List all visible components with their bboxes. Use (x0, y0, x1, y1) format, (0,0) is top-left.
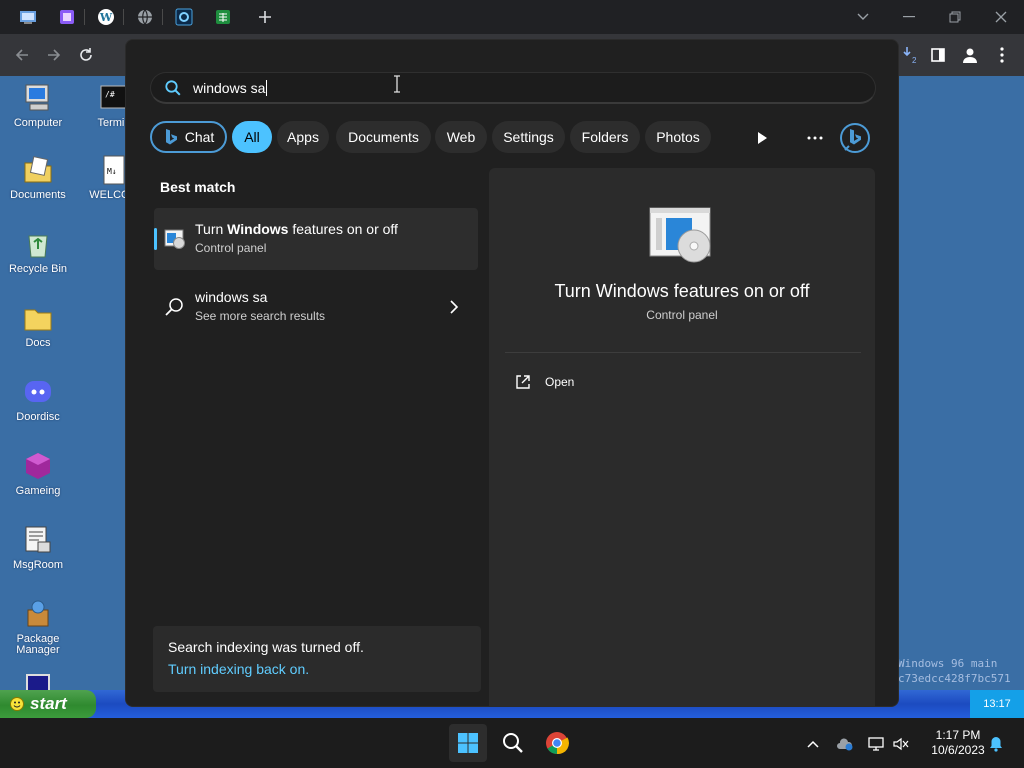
taskbar-chrome-button[interactable] (538, 724, 576, 762)
show-hidden-icons-icon[interactable] (804, 735, 822, 753)
tab-app-icon[interactable] (56, 6, 78, 28)
discord-icon (22, 376, 54, 408)
desktop-icon-msgroom[interactable]: MsgRoom (0, 524, 76, 571)
forward-icon[interactable] (42, 43, 66, 67)
notifications-bell-icon[interactable] (987, 735, 1005, 753)
tab-search-icon[interactable] (851, 5, 875, 29)
svg-text:/#: /# (105, 90, 115, 99)
best-match-result[interactable]: Turn Windows features on or off Control … (154, 208, 478, 270)
filter-folders[interactable]: Folders (570, 121, 640, 153)
smiley-icon (10, 697, 24, 711)
search-icon (503, 733, 523, 753)
folder-icon (22, 302, 54, 334)
open-action[interactable]: Open (505, 366, 705, 398)
package-manager-icon (22, 598, 54, 630)
search-icon (165, 298, 183, 316)
filter-documents[interactable]: Documents (336, 121, 431, 153)
side-panel-icon[interactable] (926, 43, 950, 67)
svg-text:W: W (99, 11, 113, 24)
filter-settings[interactable]: Settings (492, 121, 565, 153)
desktop-icon-package-manager[interactable]: Package Manager (0, 598, 76, 656)
close-window-icon[interactable] (989, 5, 1013, 29)
new-tab-icon[interactable] (254, 6, 276, 28)
best-match-subtitle: Control panel (195, 241, 267, 255)
reload-icon[interactable] (74, 43, 98, 67)
tab-windows96-icon[interactable] (17, 6, 39, 28)
filter-photos[interactable]: Photos (645, 121, 711, 153)
tab-wordpress-icon[interactable]: W (95, 6, 117, 28)
windows-features-large-icon (649, 207, 711, 263)
windows-features-icon (164, 229, 185, 249)
text-caret (266, 80, 268, 96)
svg-text:M↓: M↓ (107, 167, 117, 176)
indexing-link[interactable]: Turn indexing back on. (168, 661, 309, 677)
desktop-watermark: Windows 96 main c73edcc428f7bc571 (898, 657, 1011, 685)
recycle-bin-icon (22, 228, 54, 260)
desktop-icon-gameing[interactable]: Gameing (0, 450, 76, 497)
indexing-notice: Search indexing was turned off. Turn ind… (153, 626, 481, 692)
win96-start-button[interactable]: start (0, 690, 96, 718)
more-options-icon[interactable] (801, 124, 829, 152)
detail-subtitle: Control panel (646, 308, 718, 322)
onedrive-icon[interactable] (836, 735, 854, 753)
documents-folder-icon (22, 154, 54, 186)
windows-search-panel: windows sa Chat All Apps Documents Web S… (125, 39, 899, 707)
browser-menu-icon[interactable] (990, 43, 1014, 67)
computer-icon (22, 82, 54, 114)
browser-tab-strip: W (0, 0, 1024, 34)
detail-divider (505, 352, 861, 353)
detail-title: Turn Windows features on or off (554, 281, 810, 301)
web-search-subtitle: See more search results (195, 309, 326, 323)
best-match-heading: Best match (160, 179, 236, 195)
network-icon[interactable] (867, 735, 885, 753)
start-button[interactable] (449, 724, 487, 762)
filter-chat[interactable]: Chat (150, 121, 227, 153)
best-match-title: Turn Windows features on or off (195, 221, 398, 237)
win96-clock: 13:17 (970, 690, 1024, 718)
filter-all[interactable]: All (232, 121, 272, 153)
bing-icon (165, 129, 177, 145)
filter-apps[interactable]: Apps (277, 121, 329, 153)
msgroom-icon (22, 524, 54, 556)
restore-icon[interactable] (943, 5, 967, 29)
desktop-icon-computer[interactable]: Computer (0, 82, 76, 129)
taskbar-clock[interactable]: 1:17 PM 10/6/2023 (918, 728, 998, 758)
search-icon (165, 80, 181, 96)
indexing-message: Search indexing was turned off. (168, 639, 364, 655)
search-box[interactable]: windows sa (150, 72, 876, 104)
windows-logo-icon (458, 733, 478, 753)
tab-active-app-icon[interactable] (173, 6, 195, 28)
open-external-icon (516, 375, 530, 389)
tab-globe-icon[interactable] (134, 6, 156, 28)
minimize-icon[interactable] (897, 5, 921, 29)
taskbar-search-button[interactable] (494, 724, 532, 762)
desktop-icon-recycle-bin[interactable]: Recycle Bin (0, 228, 76, 275)
chrome-icon (546, 732, 569, 755)
volume-muted-icon[interactable] (892, 735, 910, 753)
results-column: Best match Turn Windows features on or o… (126, 168, 488, 706)
text-cursor-icon (394, 75, 400, 93)
downloads-count: 2 (912, 56, 917, 65)
tab-sheets-icon[interactable] (212, 6, 234, 28)
desktop-icon-documents[interactable]: Documents (0, 154, 76, 201)
desktop-icon-doordisc[interactable]: Doordisc (0, 376, 76, 423)
filter-web[interactable]: Web (435, 121, 487, 153)
web-search-title: windows sa (195, 289, 268, 305)
more-filters-play-icon[interactable] (748, 124, 776, 152)
desktop-icon-docs[interactable]: Docs (0, 302, 76, 349)
open-label: Open (545, 375, 575, 389)
chevron-right-icon (450, 300, 459, 314)
cube-icon (22, 450, 54, 482)
downloads-icon[interactable]: 2 (898, 43, 922, 67)
search-input[interactable]: windows sa (193, 80, 268, 96)
bing-chat-icon[interactable] (838, 121, 872, 155)
windows-taskbar: 1:17 PM 10/6/2023 (0, 718, 1024, 768)
result-detail-pane: Turn Windows features on or off Control … (489, 168, 875, 706)
web-search-result[interactable]: windows sa See more search results (154, 276, 478, 338)
back-icon[interactable] (10, 43, 34, 67)
profile-icon[interactable] (958, 43, 982, 67)
